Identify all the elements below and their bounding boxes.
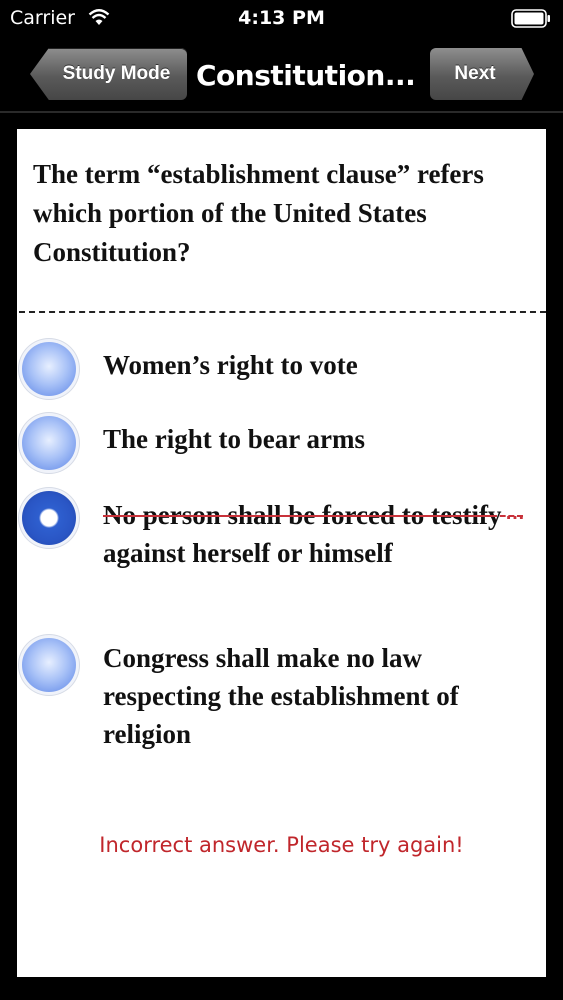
answer-option-text: Congress shall make no law respecting th…	[103, 643, 459, 749]
strikethrough-line	[103, 515, 491, 517]
radio-button-icon[interactable]	[22, 342, 76, 396]
page-title: Constitution...	[196, 58, 416, 92]
question-text: The term “establishment clause” refers w…	[33, 159, 484, 267]
nav-divider	[0, 111, 563, 113]
radio-button-icon[interactable]	[22, 638, 76, 692]
back-button-label: Study Mode	[62, 63, 171, 84]
status-bar: Carrier 4:13 PM	[0, 0, 563, 38]
ellipsis-icon: …	[505, 502, 525, 524]
answer-option-text: Women’s right to vote	[103, 350, 358, 380]
radio-button-selected-icon[interactable]	[22, 491, 76, 545]
next-button[interactable]: Next	[430, 48, 534, 100]
next-button-label: Next	[454, 63, 496, 84]
question-divider	[19, 311, 546, 313]
answer-option-text: No person shall be forced to testify aga…	[103, 500, 502, 568]
answer-option-text: The right to bear arms	[103, 424, 365, 454]
feedback-message: Incorrect answer. Please try again!	[99, 833, 464, 857]
status-time: 4:13 PM	[238, 7, 325, 29]
navigation-bar: Study Mode Constitution... Next	[0, 38, 563, 112]
study-mode-back-button[interactable]: Study Mode	[30, 48, 187, 100]
radio-button-icon[interactable]	[22, 416, 76, 470]
battery-icon	[511, 9, 550, 28]
question-card: The term “establishment clause” refers w…	[17, 129, 546, 977]
